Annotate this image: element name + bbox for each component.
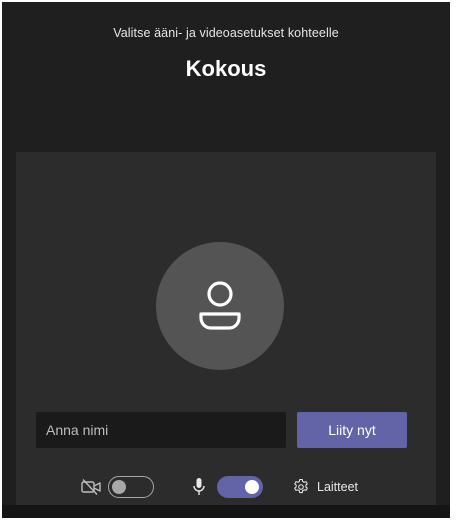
microphone-toggle-knob — [245, 480, 259, 494]
camera-off-icon[interactable] — [80, 478, 102, 496]
microphone-toggle[interactable] — [217, 476, 263, 498]
header-subtitle: Valitse ääni- ja videoasetukset kohteell… — [113, 26, 339, 40]
header: Valitse ääni- ja videoasetukset kohteell… — [2, 2, 450, 152]
person-icon — [199, 281, 241, 330]
devices-button[interactable]: Laitteet — [292, 476, 358, 498]
avatar — [156, 242, 284, 370]
video-preview: Liity nyt — [16, 152, 436, 505]
camera-toggle-knob — [112, 480, 126, 494]
name-input[interactable] — [36, 412, 286, 448]
join-now-button[interactable]: Liity nyt — [297, 412, 407, 448]
meeting-title: Kokous — [185, 56, 267, 81]
camera-toggle[interactable] — [108, 476, 154, 498]
footer-band — [2, 505, 450, 518]
join-now-label: Liity nyt — [328, 422, 376, 438]
microphone-icon[interactable] — [192, 477, 206, 497]
av-controls: Laitteet — [16, 470, 436, 502]
gear-icon — [294, 478, 308, 494]
prejoin-window: Valitse ääni- ja videoasetukset kohteell… — [2, 2, 450, 518]
devices-label: Laitteet — [317, 480, 359, 494]
